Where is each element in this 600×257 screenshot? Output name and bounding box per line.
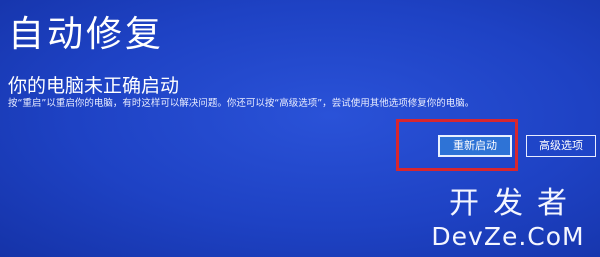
watermark-line1: 开发者 [449, 186, 581, 221]
advanced-options-button[interactable]: 高级选项 [526, 135, 596, 157]
watermark-logo: 开发者 DevZe.CoM [422, 186, 594, 252]
error-description: 按“重启”以重启你的电脑，有时这样可以解决问题。你还可以按“高级选项”，尝试使用… [8, 98, 475, 109]
watermark-line2: DevZe.CoM [431, 222, 585, 251]
error-heading: 你的电脑未正确启动 [8, 75, 180, 97]
restart-button[interactable]: 重新启动 [438, 135, 512, 157]
page-title: 自动修复 [8, 14, 165, 55]
